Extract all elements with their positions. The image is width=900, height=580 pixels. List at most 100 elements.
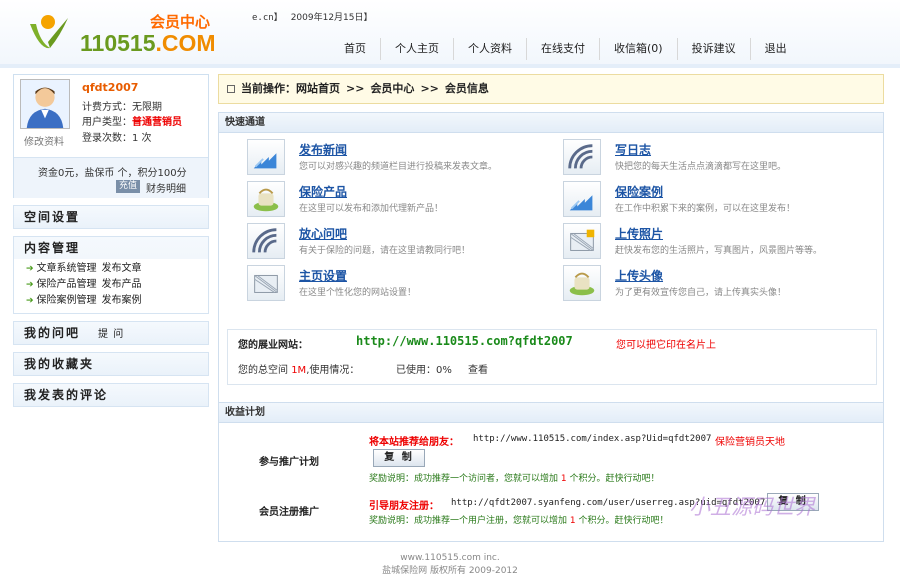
breadcrumb-square-icon bbox=[227, 85, 235, 93]
side-section-questions: 我的问吧 提 问 bbox=[13, 321, 209, 345]
quick-title[interactable]: 保险案例 bbox=[615, 183, 663, 200]
quick-title[interactable]: 上传照片 bbox=[615, 225, 663, 242]
copy-promo-button[interactable]: 复 制 bbox=[373, 449, 425, 467]
reward-text: 个积分。赶快行动吧！ bbox=[569, 474, 660, 484]
space-used: 已使用：0% bbox=[396, 365, 452, 376]
arrow-icon: ➔ bbox=[26, 296, 34, 306]
register-url: http://qfdt2007.syanfeng.com/user/userre… bbox=[451, 498, 766, 508]
quick-title[interactable]: 写日志 bbox=[615, 141, 651, 158]
logo-domain-suffix: .COM bbox=[155, 30, 216, 56]
side-section-content: 内容管理 ➔ 文章系统管理 发布文章 ➔ 保险产品管理 发布产品 ➔ 保险案例管理 发布案例 bbox=[13, 236, 209, 314]
quick-item-photos[interactable]: 上传照片 赶快发布您的生活照片，写真图片，风景图片等等。 bbox=[563, 223, 883, 261]
finance-details-link[interactable]: 财务明细 bbox=[146, 180, 186, 195]
quick-title[interactable]: 放心问吧 bbox=[299, 225, 347, 242]
quick-access-title: 快速通道 bbox=[219, 113, 883, 133]
billing-info: 计费方式：无限期 bbox=[82, 102, 162, 113]
profile-card: qfdt2007 计费方式：无限期 用户类型：普通营销员 登录次数：1 次 修改… bbox=[13, 74, 209, 198]
user-type-label: 用户类型： bbox=[82, 117, 132, 128]
copy-register-button[interactable]: 复 制 bbox=[767, 493, 819, 511]
edit-profile-link[interactable]: 修改资料 bbox=[24, 133, 64, 148]
footer-line-1: www.110515.com inc. bbox=[400, 553, 500, 563]
publish-case-link[interactable]: 发布案例 bbox=[102, 295, 142, 306]
space-info: 您的总空间 1M,使用情况： bbox=[238, 361, 359, 376]
homepage-settings-icon bbox=[247, 265, 285, 301]
logo[interactable]: 会员中心 110515.COM bbox=[20, 6, 230, 56]
login-count: 登录次数：1 次 bbox=[82, 133, 152, 144]
promo-link[interactable]: 保险营销员天地 bbox=[715, 433, 785, 448]
user-type-row: 用户类型：普通营销员 bbox=[82, 113, 182, 128]
publish-article-link[interactable]: 发布文章 bbox=[102, 263, 142, 274]
reward-text: 奖励说明：成功推荐一个访问者，您就可以增加 bbox=[369, 474, 559, 484]
earning-plan-title: 收益计划 bbox=[219, 403, 883, 423]
breadcrumb-member-center[interactable]: 会员中心 bbox=[370, 82, 414, 95]
quick-item-products[interactable]: 保险产品 在这里可以发布和添加代理新产品！ bbox=[247, 181, 567, 219]
space-settings-link[interactable]: 空间设置 bbox=[14, 206, 208, 228]
product-management-link[interactable]: 保险产品管理 bbox=[37, 279, 97, 290]
insurance-cases-icon bbox=[563, 181, 601, 217]
site-tip: 您可以把它印在名片上 bbox=[616, 340, 716, 351]
content-links: ➔ 文章系统管理 发布文章 ➔ 保险产品管理 发布产品 ➔ 保险案例管理 发布案例 bbox=[14, 259, 208, 313]
top-prefix: e.cn】 bbox=[252, 13, 283, 23]
my-questions-label: 我的问吧 bbox=[24, 326, 81, 340]
upload-photos-icon bbox=[563, 223, 601, 259]
reward-text: 个积分。赶快行动吧！ bbox=[578, 516, 669, 526]
write-blog-icon bbox=[563, 139, 601, 175]
quick-desc: 赶快发布您的生活照片，写真图片，风景图片等等。 bbox=[615, 246, 823, 256]
site-url[interactable]: http://www.110515.com?qfdt2007 bbox=[356, 334, 573, 348]
side-section-space: 空间设置 bbox=[13, 205, 209, 229]
promo-plan-label: 参与推广计划 bbox=[259, 457, 319, 468]
reward-points: 1 bbox=[569, 516, 576, 526]
quick-item-blog[interactable]: 写日志 快把您的每天生活点点滴滴都写在这里吧。 bbox=[563, 139, 883, 177]
fund-box: 资金0元，盐保币 个，积分100分 充值 财务明细 bbox=[14, 157, 208, 198]
logo-title: 会员中心 bbox=[150, 14, 211, 31]
view-space-link[interactable]: 查看 bbox=[468, 361, 488, 376]
insurance-products-icon bbox=[247, 181, 285, 217]
quick-title[interactable]: 保险产品 bbox=[299, 183, 347, 200]
case-management-link[interactable]: 保险案例管理 bbox=[37, 295, 97, 306]
avatar bbox=[20, 79, 70, 129]
register-title: 引导朋友注册： bbox=[369, 501, 439, 512]
promo-reward: 奖励说明：成功推荐一个访问者，您就可以增加 1 个积分。赶快行动吧！ bbox=[369, 471, 660, 484]
qa-icon bbox=[247, 223, 285, 259]
my-comments-link[interactable]: 我发表的评论 bbox=[14, 384, 208, 406]
quick-desc: 您可以对感兴趣的频道栏目进行投稿来发表文章。 bbox=[299, 162, 498, 172]
quick-desc: 在这里可以发布和添加代理新产品！ bbox=[299, 204, 444, 214]
quick-item-news[interactable]: 发布新闻 您可以对感兴趣的频道栏目进行投稿来发表文章。 bbox=[247, 139, 567, 177]
recharge-button[interactable]: 充值 bbox=[116, 180, 141, 193]
ask-question-link[interactable]: 提 问 bbox=[98, 329, 124, 340]
side-section-favorites: 我的收藏夹 bbox=[13, 352, 209, 376]
quick-title[interactable]: 主页设置 bbox=[299, 267, 347, 284]
nav-profile[interactable]: 个人资料 bbox=[453, 38, 526, 60]
space-size: 1M bbox=[291, 365, 307, 376]
my-favorites-link[interactable]: 我的收藏夹 bbox=[14, 353, 208, 375]
content-management-title[interactable]: 内容管理 bbox=[14, 237, 208, 259]
header-divider bbox=[0, 64, 900, 68]
nav-inbox[interactable]: 收信箱(0) bbox=[599, 38, 677, 60]
quick-item-avatar[interactable]: 上传头像 为了更有效宣传您自己，请上传真实头像！ bbox=[563, 265, 883, 303]
my-questions-link[interactable]: 我的问吧 提 问 bbox=[14, 322, 208, 344]
nav-home[interactable]: 首页 bbox=[330, 38, 380, 60]
main-nav: 首页 个人主页 个人资料 在线支付 收信箱(0) 投诉建议 退出 bbox=[330, 38, 801, 60]
header: 会员中心 110515.COM e.cn】 2009年12月15日】 首页 个人主… bbox=[0, 0, 900, 68]
quick-title[interactable]: 上传头像 bbox=[615, 267, 663, 284]
nav-logout[interactable]: 退出 bbox=[749, 38, 801, 60]
quick-item-qa[interactable]: 放心问吧 有关于保险的问题，请在这里请教同行吧！ bbox=[247, 223, 567, 261]
quick-item-homepage[interactable]: 主页设置 在这里个性化您的网站设置！ bbox=[247, 265, 567, 303]
arrow-icon: ➔ bbox=[26, 264, 34, 274]
register-reward: 奖励说明：成功推荐一个用户注册，您就可以增加 1 个积分。赶快行动吧！ bbox=[369, 513, 669, 526]
publish-product-link[interactable]: 发布产品 bbox=[102, 279, 142, 290]
content-link-row: ➔ 保险产品管理 发布产品 bbox=[26, 277, 208, 293]
quick-title[interactable]: 发布新闻 bbox=[299, 141, 347, 158]
breadcrumb-label: 当前操作： bbox=[241, 82, 296, 95]
breadcrumb-home[interactable]: 网站首页 bbox=[296, 82, 340, 95]
nav-feedback[interactable]: 投诉建议 bbox=[676, 38, 750, 60]
register-plan-label: 会员注册推广 bbox=[259, 507, 319, 518]
promo-url: http://www.110515.com/index.asp?Uid=qfdt… bbox=[473, 434, 712, 444]
nav-personal-home[interactable]: 个人主页 bbox=[380, 38, 453, 60]
article-management-link[interactable]: 文章系统管理 bbox=[37, 263, 97, 274]
nav-online-payment[interactable]: 在线支付 bbox=[526, 38, 599, 60]
username: qfdt2007 bbox=[82, 81, 139, 94]
logo-mark-icon bbox=[30, 15, 68, 49]
quick-item-cases[interactable]: 保险案例 在工作中积累下来的案例，可以在这里发布！ bbox=[563, 181, 883, 219]
breadcrumb-member-info: 会员信息 bbox=[444, 82, 489, 95]
